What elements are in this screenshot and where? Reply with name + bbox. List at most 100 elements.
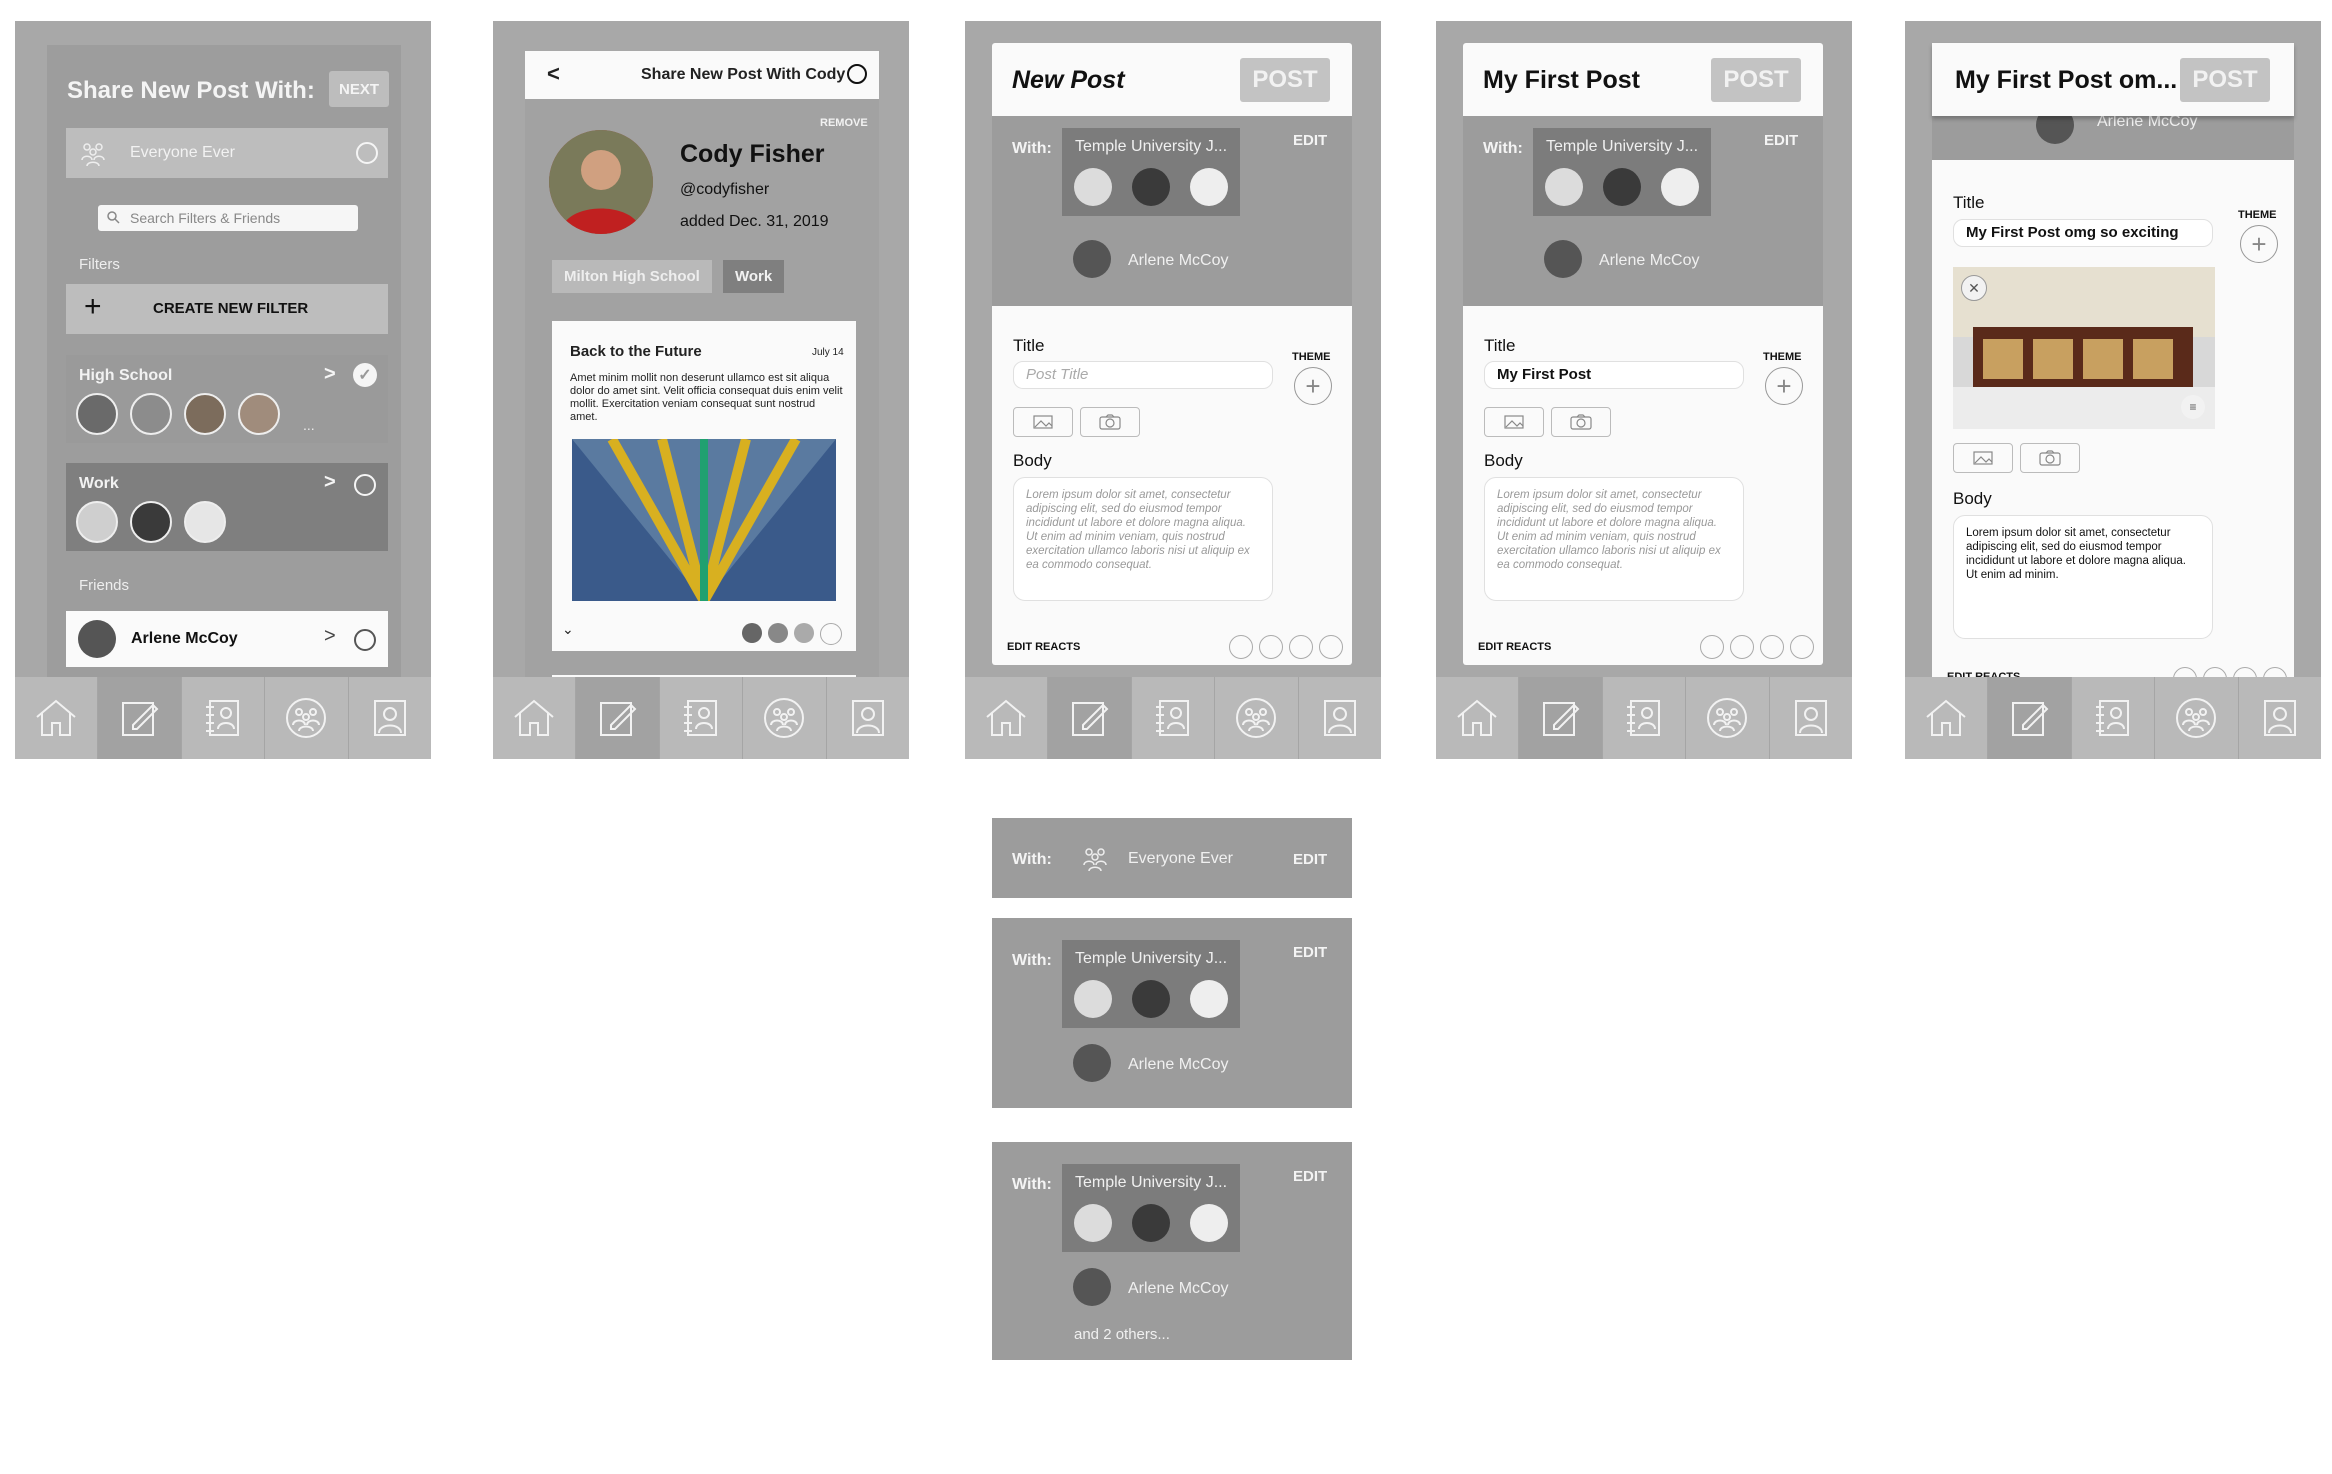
everyone-ever-row[interactable]: Everyone Ever xyxy=(66,128,388,178)
bottom-nav xyxy=(1436,677,1852,759)
nav-groups[interactable] xyxy=(2155,677,2239,759)
work-radio[interactable] xyxy=(354,474,376,496)
group-chip[interactable]: Temple University J... xyxy=(1062,940,1240,1028)
edit-reacts-link[interactable]: EDIT REACTS xyxy=(1007,641,1080,653)
nav-profile[interactable] xyxy=(1770,677,1852,759)
heart-icon[interactable] xyxy=(742,623,762,643)
back-arrow-icon[interactable]: < xyxy=(547,61,560,87)
with-label: With: xyxy=(1012,851,1052,868)
title-label: Title xyxy=(1484,336,1516,355)
add-image-button[interactable] xyxy=(1013,407,1073,437)
smile-icon[interactable] xyxy=(1730,635,1754,659)
create-filter-button[interactable]: + CREATE NEW FILTER xyxy=(66,284,388,334)
edit-button[interactable]: EDIT xyxy=(1764,132,1798,149)
add-theme-button[interactable]: + xyxy=(1294,367,1332,405)
add-theme-button[interactable]: + xyxy=(2240,225,2278,263)
comment-icon[interactable] xyxy=(820,623,842,645)
nav-profile[interactable] xyxy=(827,677,909,759)
filter-high-school[interactable]: High School > ✓ ... xyxy=(66,355,388,443)
nav-groups[interactable] xyxy=(265,677,349,759)
search-icon xyxy=(106,210,120,229)
attached-photo: ✕ ≡ xyxy=(1953,267,2215,429)
body-input[interactable]: Lorem ipsum dolor sit amet, consectetur … xyxy=(1953,515,2213,639)
home-icon xyxy=(1926,699,1966,736)
nav-groups[interactable] xyxy=(1215,677,1299,759)
edit-button[interactable]: EDIT xyxy=(1293,851,1327,868)
nav-home[interactable] xyxy=(1905,677,1989,759)
nav-home[interactable] xyxy=(965,677,1049,759)
next-button[interactable]: NEXT xyxy=(329,71,389,107)
title-input[interactable]: My First Post omg so exciting xyxy=(1953,219,2213,247)
body-input[interactable]: Lorem ipsum dolor sit amet, consectetur … xyxy=(1013,477,1273,601)
nav-contacts[interactable] xyxy=(1132,677,1216,759)
nav-contacts[interactable] xyxy=(182,677,266,759)
edit-button[interactable]: EDIT xyxy=(1293,944,1327,961)
tag-work[interactable]: Work xyxy=(723,260,785,293)
share-with-block: With: Temple University J... EDIT Arlene… xyxy=(1463,116,1823,306)
header-radio[interactable] xyxy=(847,64,867,84)
heart-icon[interactable] xyxy=(1229,635,1253,659)
nav-groups[interactable] xyxy=(743,677,827,759)
comment-icon[interactable] xyxy=(1790,635,1814,659)
with-block-peek: Arlene McCoy xyxy=(1932,106,2294,160)
nav-compose[interactable] xyxy=(576,677,660,759)
nav-compose[interactable] xyxy=(1988,677,2072,759)
body-input[interactable]: Lorem ipsum dolor sit amet, consectetur … xyxy=(1484,477,1744,601)
thumbs-up-icon[interactable] xyxy=(794,623,814,643)
nav-contacts[interactable] xyxy=(2072,677,2156,759)
friend-row[interactable]: Arlene McCoy > xyxy=(66,611,388,667)
add-theme-button[interactable]: + xyxy=(1765,367,1803,405)
close-icon[interactable]: ✕ xyxy=(1961,275,1987,301)
nav-home[interactable] xyxy=(493,677,577,759)
chevron-right-icon: > xyxy=(324,363,336,385)
group-chip[interactable]: Temple University J... xyxy=(1062,1164,1240,1252)
comment-icon[interactable] xyxy=(1319,635,1343,659)
title-input[interactable]: Post Title xyxy=(1013,361,1273,389)
nav-profile[interactable] xyxy=(349,677,431,759)
nav-profile[interactable] xyxy=(1299,677,1381,759)
adjust-icon[interactable]: ≡ xyxy=(2181,395,2205,419)
checked-circle-icon[interactable]: ✓ xyxy=(353,363,377,387)
thumbs-up-icon[interactable] xyxy=(1289,635,1313,659)
edit-button[interactable]: EDIT xyxy=(1293,132,1327,149)
nav-contacts[interactable] xyxy=(660,677,744,759)
group-chip[interactable]: Temple University J... xyxy=(1533,128,1711,216)
add-image-button[interactable] xyxy=(1484,407,1544,437)
chevron-down-icon[interactable]: ⌄ xyxy=(562,621,574,638)
contacts-icon xyxy=(1627,700,1661,736)
tag-milton-high-school[interactable]: Milton High School xyxy=(552,260,712,293)
nav-home[interactable] xyxy=(1436,677,1520,759)
title-input[interactable]: My First Post xyxy=(1484,361,1744,389)
post-button[interactable]: POST xyxy=(1240,58,1330,102)
friend-radio[interactable] xyxy=(354,629,376,651)
camera-button[interactable] xyxy=(1551,407,1611,437)
edit-reacts-link[interactable]: EDIT REACTS xyxy=(1478,641,1551,653)
nav-contacts[interactable] xyxy=(1603,677,1687,759)
body-label: Body xyxy=(1013,451,1052,470)
remove-link[interactable]: REMOVE xyxy=(820,117,868,129)
nav-compose[interactable] xyxy=(98,677,182,759)
add-image-button[interactable] xyxy=(1953,443,2013,473)
search-input[interactable]: Search Filters & Friends xyxy=(98,205,358,231)
group-chip[interactable]: Temple University J... xyxy=(1062,128,1240,216)
filter-work[interactable]: Work > xyxy=(66,463,388,551)
smile-icon[interactable] xyxy=(768,623,788,643)
nav-groups[interactable] xyxy=(1686,677,1770,759)
post-button[interactable]: POST xyxy=(1711,58,1801,102)
avatar xyxy=(76,393,118,435)
more-ellipsis: ... xyxy=(303,417,315,433)
post-card[interactable]: Back to the Future July 14 Amet minim mo… xyxy=(552,321,856,651)
heart-icon[interactable] xyxy=(1700,635,1724,659)
camera-button[interactable] xyxy=(1080,407,1140,437)
nav-profile[interactable] xyxy=(2239,677,2321,759)
post-button[interactable]: POST xyxy=(2180,58,2270,102)
others-count[interactable]: and 2 others... xyxy=(1074,1326,1170,1343)
smile-icon[interactable] xyxy=(1259,635,1283,659)
thumbs-up-icon[interactable] xyxy=(1760,635,1784,659)
nav-home[interactable] xyxy=(15,677,99,759)
camera-button[interactable] xyxy=(2020,443,2080,473)
nav-compose[interactable] xyxy=(1519,677,1603,759)
nav-compose[interactable] xyxy=(1048,677,1132,759)
edit-button[interactable]: EDIT xyxy=(1293,1168,1327,1185)
everyone-radio[interactable] xyxy=(356,142,378,164)
